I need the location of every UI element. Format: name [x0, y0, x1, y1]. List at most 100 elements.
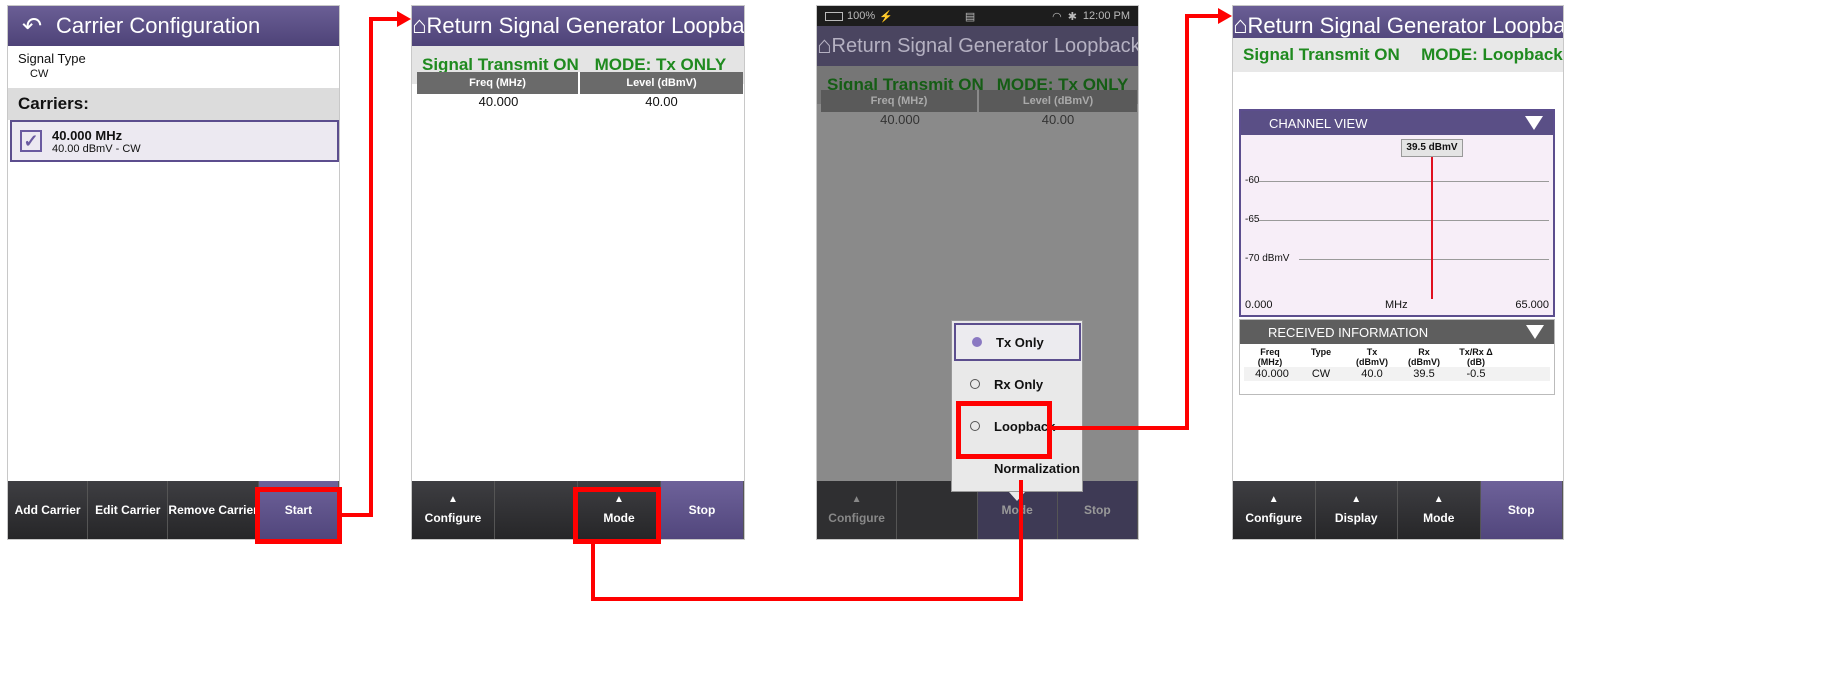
connector-line: [1052, 426, 1189, 430]
configure-button[interactable]: ▲ Configure: [1233, 481, 1316, 539]
empty-button: [495, 481, 578, 539]
x-axis-label: MHz: [1385, 299, 1408, 311]
cell-rx: 39.5: [1413, 368, 1435, 380]
table-row: 40.000 CW 40.0 39.5 -0.5: [1244, 367, 1550, 381]
mode-label: Mode: [1423, 511, 1455, 525]
page-title: Return Signal Generator Loopback: [831, 34, 1139, 57]
menu-item-rx-only[interactable]: Rx Only: [954, 365, 1081, 403]
col-header: Rx (dBmV): [1408, 347, 1440, 367]
configure-label: Configure: [424, 511, 482, 525]
collapse-triangle-icon[interactable]: [1526, 325, 1544, 339]
radio-unselected-icon: [970, 379, 980, 389]
connector-line: [1019, 480, 1023, 601]
remove-carrier-button[interactable]: Remove Carrier: [168, 481, 259, 539]
carriers-heading: Carriers:: [8, 88, 339, 120]
mode-button[interactable]: ▲ Mode: [1398, 481, 1481, 539]
add-carrier-button[interactable]: Add Carrier: [8, 481, 89, 539]
carrier-item[interactable]: ✓ 40.000 MHz 40.00 dBmV - CW: [10, 120, 339, 162]
menu-item-tx-only[interactable]: Tx Only: [954, 323, 1081, 361]
carrier-frequency: 40.000 MHz: [52, 127, 123, 143]
status-bar: Signal Transmit ON MODE: Loopback: [1233, 38, 1563, 72]
cell-freq: 40.000: [478, 94, 519, 109]
configure-button[interactable]: ▲ Configure: [817, 481, 898, 539]
stop-button[interactable]: Stop: [661, 481, 744, 539]
x-min-label: 0.000: [1245, 299, 1273, 311]
radio-selected-icon: [972, 337, 982, 347]
rsg-loopback-result-screen: ⌂ Return Signal Generator Loopback Signa…: [1232, 5, 1564, 540]
clock: 12:00 PM: [1082, 10, 1130, 22]
received-info-panel: RECEIVED INFORMATION Freq (MHz) Type Tx …: [1239, 319, 1555, 395]
channel-view-title: CHANNEL VIEW: [1269, 115, 1368, 131]
carrier-configuration-screen: ↶ Carrier Configuration Signal Type CW C…: [7, 5, 340, 540]
connector-line: [1185, 14, 1189, 430]
cell-freq: 40.000: [880, 112, 920, 127]
page-title: Return Signal Generator Loopback: [426, 13, 745, 38]
received-table-header: Freq (MHz) Type Tx (dBmV) Rx (dBmV) Tx/R…: [1240, 344, 1554, 367]
channel-view-header[interactable]: CHANNEL VIEW: [1241, 111, 1553, 135]
connector-line: [591, 544, 595, 600]
cell-type: CW: [1311, 368, 1331, 380]
cell-freq: 40.000: [1255, 368, 1289, 380]
col-freq: Freq (MHz): [417, 72, 580, 94]
signal-type-label: Signal Type: [18, 51, 86, 66]
table-header: Freq (MHz) Level (dBmV): [821, 90, 1137, 112]
y-tick-label: -60: [1245, 175, 1260, 186]
signal-type-value: CW: [30, 68, 49, 80]
configure-button[interactable]: ▲ Configure: [412, 481, 495, 539]
signal-type-section[interactable]: Signal Type CW: [8, 46, 339, 88]
collapse-triangle-icon[interactable]: [1525, 116, 1543, 130]
col-freq: Freq (MHz): [821, 90, 979, 112]
stop-button[interactable]: Stop: [1480, 481, 1563, 539]
checkbox-checked-icon[interactable]: ✓: [20, 130, 42, 152]
header: ↶ Carrier Configuration: [8, 6, 339, 46]
notification-icon: ▤: [964, 10, 976, 23]
y-tick-label: -70 dBmV: [1245, 253, 1290, 264]
col-level: Level (dBmV): [580, 72, 743, 94]
transmit-status: Signal Transmit ON: [1243, 45, 1400, 64]
display-label: Display: [1334, 511, 1378, 525]
display-button[interactable]: ▲ Display: [1316, 481, 1398, 539]
cell-tx: 40.0: [1361, 368, 1383, 380]
col-header: Type: [1310, 347, 1332, 357]
received-info-header[interactable]: RECEIVED INFORMATION: [1240, 320, 1554, 344]
highlight-start: [255, 487, 342, 544]
battery-icon: [825, 11, 843, 21]
table-header: Freq (MHz) Level (dBmV): [417, 72, 743, 94]
y-tick-label: -65: [1245, 214, 1260, 225]
connector-arrow: [397, 11, 411, 27]
battery-level: 100%: [847, 10, 876, 22]
edit-carrier-button[interactable]: Edit Carrier: [88, 481, 169, 539]
menu-label: Tx Only: [996, 334, 1044, 350]
rsg-loopback-tx-screen: ⌂ Return Signal Generator Loopback Signa…: [411, 5, 745, 540]
col-header: Freq (MHz): [1257, 347, 1283, 367]
connector-arrow: [1218, 8, 1232, 24]
page-title: Carrier Configuration: [56, 13, 261, 38]
grid-line: [1259, 220, 1549, 221]
back-arrow-icon[interactable]: ↶: [8, 6, 56, 46]
rsg-loopback-mode-menu-screen: 100% ⚡ ▤ ◠ ✱ 12:00 PM ⌂ Return Signal Ge…: [816, 5, 1139, 540]
menu-label: Normalization: [994, 460, 1080, 476]
col-level: Level (dBmV): [979, 90, 1137, 112]
wifi-icon: ◠: [1052, 10, 1062, 23]
cell-level: 40.00: [645, 94, 678, 109]
grid-line: [1299, 259, 1549, 260]
connector-line: [369, 17, 399, 21]
expand-up-icon: ▲: [1268, 494, 1279, 505]
expand-up-icon: ▲: [851, 494, 862, 505]
connector-line: [1185, 14, 1219, 18]
charging-icon: ⚡: [879, 10, 893, 23]
connector-line: [369, 17, 373, 517]
bottom-toolbar: ▲ Configure ▲ Display ▲ Mode Stop: [1233, 481, 1563, 539]
table-row: 40.000 40.00: [417, 94, 743, 109]
connector-line: [591, 597, 1023, 601]
highlight-loopback: [956, 401, 1052, 459]
highlight-mode: [573, 487, 661, 544]
page-title: Return Signal Generator Loopback: [1247, 13, 1564, 38]
header: ⌂ Return Signal Generator Loopback: [412, 6, 744, 46]
channel-view-panel: CHANNEL VIEW -60 -65 -70 dBmV 39.5 dBmV …: [1239, 109, 1555, 317]
bluetooth-icon: ✱: [1067, 10, 1077, 23]
x-max-label: 65.000: [1515, 299, 1549, 311]
home-icon[interactable]: ⌂: [817, 26, 832, 66]
header: ⌂ Return Signal Generator Loopback: [817, 26, 1138, 66]
home-icon[interactable]: ⌂: [412, 6, 427, 46]
